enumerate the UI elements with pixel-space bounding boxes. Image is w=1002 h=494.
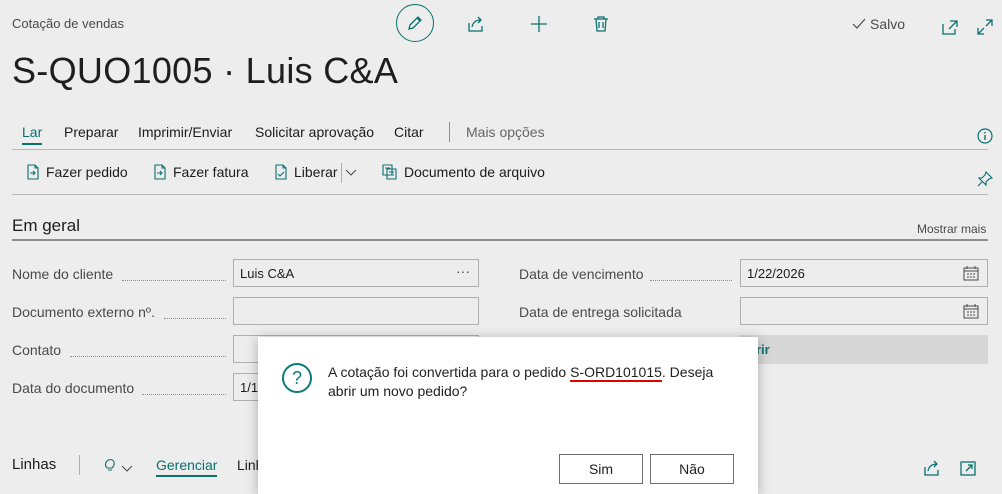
dialog-message-start: A cotação foi convertida para o pedido bbox=[328, 364, 571, 380]
yes-button[interactable]: Sim bbox=[559, 454, 643, 484]
question-icon: ? bbox=[282, 363, 312, 393]
dialog-message: A cotação foi convertida para o pedido S… bbox=[328, 363, 728, 401]
confirmation-dialog: ? A cotação foi convertida para o pedido… bbox=[258, 337, 758, 494]
no-button[interactable]: Não bbox=[650, 454, 734, 484]
order-number: S-ORD101015 bbox=[570, 364, 662, 380]
